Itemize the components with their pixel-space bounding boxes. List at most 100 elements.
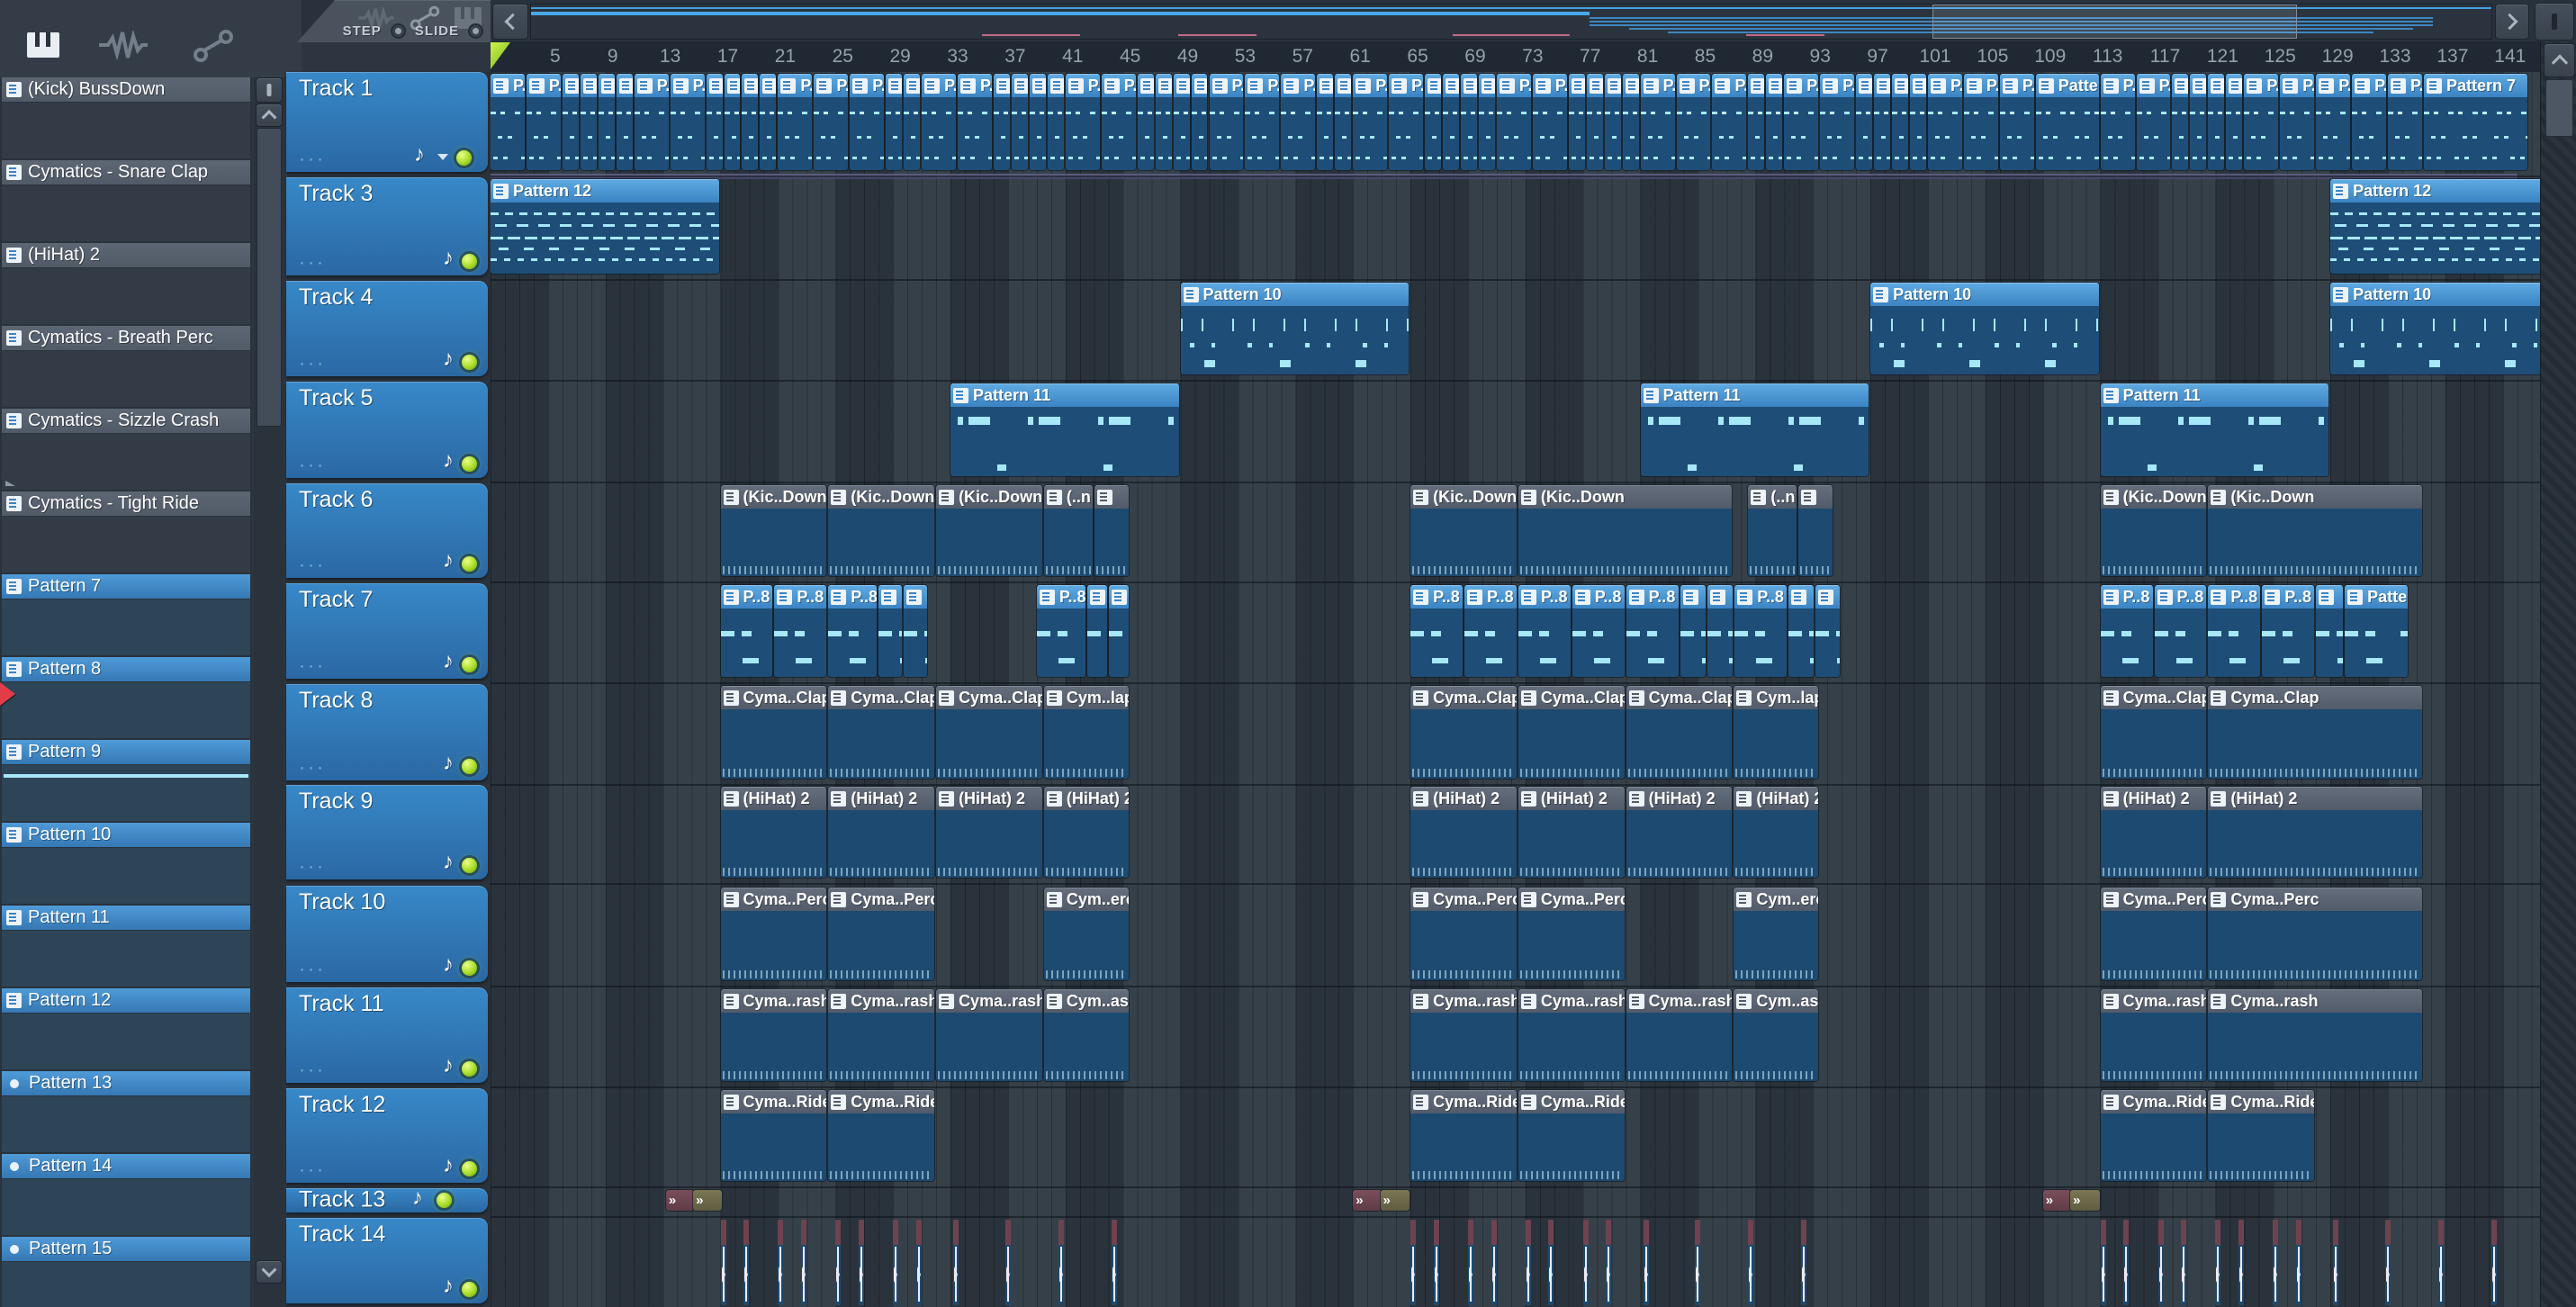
stretch-clip[interactable]: »	[693, 1190, 722, 1211]
audio-hit-clip[interactable]	[1111, 1220, 1117, 1305]
pattern-clip[interactable]	[1086, 585, 1107, 677]
audio-clip-cymaclap[interactable]: Cyma..Clap	[1518, 686, 1625, 779]
audio-hit-clip[interactable]	[720, 1220, 726, 1305]
audio-clip-cymaperc[interactable]: Cyma..Perc	[2208, 888, 2422, 980]
pattern-clip[interactable]	[2172, 74, 2189, 170]
pattern-clip[interactable]	[1910, 74, 1926, 170]
audio-hit-clip[interactable]	[743, 1220, 750, 1305]
audio-hit-clip[interactable]	[1410, 1220, 1417, 1305]
audio-clip-cymaclap[interactable]: Cyma..Clap	[720, 686, 827, 779]
audio-clip-cymaride[interactable]: Cyma..Ride	[1518, 1090, 1625, 1181]
pattern-clip[interactable]	[1108, 585, 1129, 677]
pattern-clip[interactable]	[760, 74, 777, 170]
audio-clip-hihat2[interactable]: (HiHat) 2	[1734, 787, 1819, 878]
track-grip-dots[interactable]: ···	[299, 353, 326, 374]
audio-hit-clip[interactable]	[778, 1220, 784, 1305]
audio-hit-clip[interactable]	[2384, 1220, 2391, 1305]
instrument-note-icon[interactable]: ♪	[443, 1053, 454, 1078]
audio-clip-cymash[interactable]: Cym..ash	[1734, 989, 1819, 1081]
audio-hit-clip[interactable]	[858, 1220, 864, 1305]
pattern-clip-p7[interactable]: P..7	[814, 74, 849, 170]
scroll-right-button[interactable]	[2495, 4, 2529, 40]
pattern-clip-p7[interactable]: P..7	[2280, 74, 2315, 170]
audio-clip-cymerc[interactable]: Cym..erc	[1734, 888, 1819, 980]
track-header-track-14[interactable]: Track 14 ♪	[286, 1218, 488, 1303]
audio-clip-cymaride[interactable]: Cyma..Ride	[2208, 1090, 2315, 1181]
pattern-clip[interactable]	[1856, 74, 1873, 170]
sidebar-item-pattern-14[interactable]: Pattern 14	[2, 1154, 250, 1235]
track-grip-dots[interactable]: ···	[299, 959, 326, 980]
pattern-clip-pattern12[interactable]: Pattern 12	[491, 179, 719, 274]
audio-clip-cymarash[interactable]: Cyma..rash	[1518, 989, 1625, 1081]
track-mute-led[interactable]	[462, 556, 477, 572]
audio-clip-kicdown[interactable]: (Kic..Down	[1518, 485, 1733, 576]
pattern-clip-p8[interactable]: P..8	[1572, 585, 1625, 677]
track-header-track-11[interactable]: Track 11 ··· ♪	[286, 987, 488, 1083]
track-mute-led[interactable]	[437, 1193, 452, 1208]
track-header-track-5[interactable]: Track 5 ··· ♪	[286, 382, 488, 478]
pattern-clip-p7[interactable]: P..7	[670, 74, 705, 170]
pattern-clip-p8[interactable]: P..8	[2100, 585, 2153, 677]
audio-hit-clip[interactable]	[800, 1220, 806, 1305]
pattern-clip-p8[interactable]: P..8	[1626, 585, 1679, 677]
pattern-clip[interactable]	[904, 74, 921, 170]
audio-hit-clip[interactable]	[2295, 1220, 2301, 1305]
pattern-clip[interactable]	[562, 74, 579, 170]
track-mute-led[interactable]	[462, 858, 477, 873]
pattern-clip-p7[interactable]: P..7	[1963, 74, 1998, 170]
picker-scrollbar[interactable]	[254, 77, 284, 1307]
audio-clip-cymaclap[interactable]: Cyma..Clap	[2100, 686, 2207, 779]
pattern-clip[interactable]	[1425, 74, 1441, 170]
instrument-note-icon[interactable]: ♪	[443, 751, 454, 776]
pattern-clip-p7[interactable]: P..7	[1999, 74, 2034, 170]
audio-hit-clip[interactable]	[1582, 1220, 1589, 1305]
pattern-clip[interactable]	[1892, 74, 1909, 170]
instrument-note-icon[interactable]: ♪	[443, 548, 454, 573]
pattern-clip[interactable]	[2208, 74, 2225, 170]
track-header-track-1[interactable]: Track 1 ··· ♪	[286, 72, 488, 172]
pattern-clip-p7[interactable]: P..7	[1496, 74, 1531, 170]
pattern-clip-p7[interactable]: P..7	[1389, 74, 1424, 170]
pattern-clip-p8[interactable]: P..8	[1518, 585, 1571, 677]
pattern-clip[interactable]	[1748, 74, 1765, 170]
audio-hit-clip[interactable]	[1606, 1220, 1612, 1305]
piano-roll-icon[interactable]	[27, 32, 59, 58]
audio-clip-cymaperc[interactable]: Cyma..Perc	[1518, 888, 1625, 980]
pattern-clip[interactable]	[1317, 74, 1334, 170]
pattern-clip-p8[interactable]: P..8	[1734, 585, 1788, 677]
audio-clip-cymarash[interactable]: Cyma..rash	[1626, 989, 1733, 1081]
instrument-note-icon[interactable]: ♪	[412, 1185, 423, 1211]
pattern-clip[interactable]	[742, 74, 759, 170]
audio-clip-hihat2[interactable]: (HiHat) 2	[1626, 787, 1733, 878]
pattern-clip-p7[interactable]: P..7	[922, 74, 957, 170]
scroll-up-button[interactable]	[2544, 43, 2575, 77]
pattern-clip[interactable]	[1568, 74, 1585, 170]
track-grip-dots[interactable]: ···	[299, 1159, 326, 1181]
slide-radio[interactable]	[468, 23, 483, 39]
sidebar-item-pattern-15[interactable]: Pattern 15	[2, 1237, 250, 1307]
pattern-clip-pattern7[interactable]: Pattern 7	[2035, 74, 2099, 170]
audio-clip-kicdown[interactable]: (Kic..Down	[936, 485, 1042, 576]
stretch-clip[interactable]: »	[2070, 1190, 2101, 1211]
pattern-clip[interactable]	[598, 74, 615, 170]
instrument-note-icon[interactable]: ♪	[443, 952, 454, 978]
pattern-clip-p7[interactable]: P..7	[1353, 74, 1388, 170]
pattern-clip[interactable]	[1191, 74, 1208, 170]
pattern-clip-p7[interactable]: P..7	[2388, 74, 2422, 170]
pattern-clip-pattern10[interactable]: Pattern 10	[1180, 283, 1410, 374]
pattern-clip[interactable]	[1173, 74, 1190, 170]
audio-hit-clip[interactable]	[2215, 1220, 2221, 1305]
pattern-clip[interactable]	[1815, 585, 1841, 677]
pattern-clip-p8[interactable]: P..8	[2154, 585, 2207, 677]
pattern-clip-p7[interactable]: P..7	[634, 74, 669, 170]
track-header-track-7[interactable]: Track 7 ··· ♪	[286, 583, 488, 679]
audio-clip-cymarash[interactable]: Cyma..rash	[720, 989, 827, 1081]
pattern-clip[interactable]	[1047, 74, 1064, 170]
pattern-clip[interactable]	[1766, 74, 1783, 170]
audio-hit-clip[interactable]	[2181, 1220, 2187, 1305]
audio-hit-clip[interactable]	[1058, 1220, 1064, 1305]
pattern-clip[interactable]	[1680, 585, 1706, 677]
audio-clip-kicdown[interactable]: (Kic..Down	[720, 485, 827, 576]
sidebar-item--hihat-2[interactable]: (HiHat) 2	[2, 243, 250, 324]
pattern-clip-p7[interactable]: P..7	[2244, 74, 2279, 170]
